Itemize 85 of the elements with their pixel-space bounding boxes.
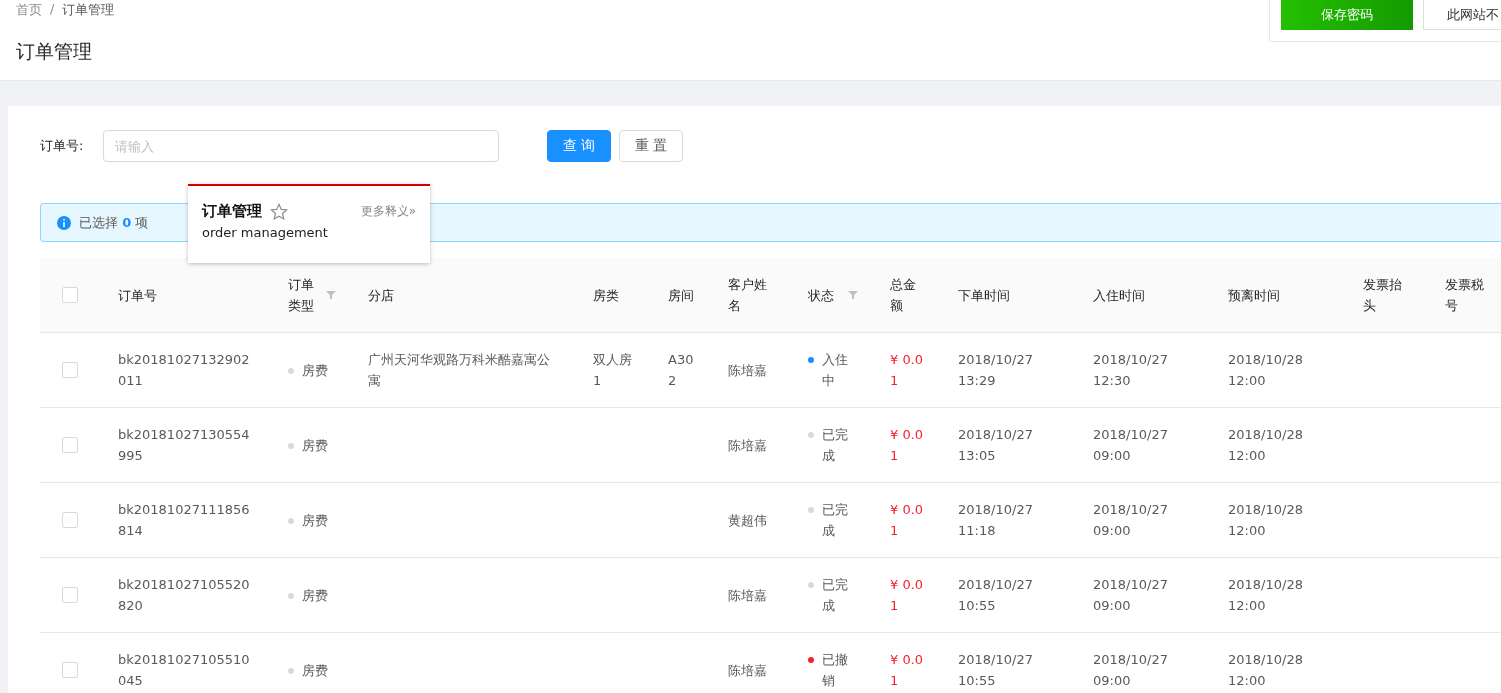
- column-header: 状态: [808, 286, 834, 305]
- column-header: 发票抬头: [1363, 276, 1403, 315]
- filter-icon[interactable]: [848, 290, 858, 300]
- table-cell: bk20181027105520820: [118, 577, 250, 613]
- table-cell: 2018/10/27 13:05: [958, 427, 1033, 463]
- table-cell: 双人房1: [593, 352, 632, 388]
- star-icon[interactable]: [270, 202, 288, 221]
- table-cell: 2018/10/27 11:18: [958, 502, 1033, 538]
- table-cell: bk20181027130554995: [118, 427, 250, 463]
- table-cell: 2018/10/28 12:00: [1228, 427, 1303, 463]
- more-definitions-link[interactable]: 更多释义»: [360, 203, 416, 220]
- column-header: 入住时间: [1093, 286, 1145, 305]
- breadcrumb-link[interactable]: 首页: [16, 1, 42, 19]
- column-header: 房间: [668, 286, 694, 305]
- table-cell: 2018/10/28 12:00: [1228, 577, 1303, 613]
- table-cell: 2018/10/27 09:00: [1093, 502, 1168, 538]
- table-cell-text: 房费: [302, 586, 328, 605]
- type-dot: [288, 667, 294, 674]
- column-header: 订单类型: [288, 276, 315, 315]
- breadcrumb-separator: /: [50, 1, 55, 18]
- amount-text: ¥ 0.01: [890, 577, 924, 613]
- status-text: 已完成: [822, 426, 849, 465]
- table-cell: 陈培嘉: [728, 362, 767, 378]
- table-cell: 2018/10/27 13:29: [958, 352, 1033, 388]
- table-cell-text: 房费: [302, 661, 328, 680]
- table-cell: 2018/10/27 09:00: [1093, 652, 1168, 688]
- type-dot: [288, 517, 294, 524]
- breadcrumb-link[interactable]: 订单管理: [62, 1, 115, 19]
- table-cell: 2018/10/27 09:00: [1093, 427, 1168, 463]
- column-header: 发票税号: [1445, 276, 1485, 315]
- table-cell: 陈培嘉: [728, 587, 767, 603]
- row-checkbox[interactable]: [62, 512, 78, 528]
- row-checkbox[interactable]: [62, 362, 78, 378]
- save-password-button[interactable]: 保存密码: [1281, 0, 1414, 30]
- table-cell: 2018/10/27 12:30: [1093, 352, 1168, 388]
- amount-text: ¥ 0.01: [890, 652, 924, 688]
- table-cell: 陈培嘉: [728, 662, 767, 678]
- type-dot: [288, 592, 294, 599]
- column-header: 客户姓名: [728, 276, 768, 315]
- dictionary-word: 订单管理: [202, 202, 262, 221]
- table-cell: 2018/10/28 12:00: [1228, 352, 1303, 388]
- type-dot: [288, 367, 294, 374]
- translation-text: order management: [202, 225, 329, 240]
- table-cell: A302: [668, 352, 694, 388]
- never-save-button[interactable]: 此网站不: [1423, 0, 1501, 30]
- table-cell: 广州天河华观路万科米酷嘉寓公寓: [368, 352, 550, 388]
- table-cell-text: 房费: [302, 361, 328, 380]
- table-cell-text: 房费: [302, 436, 328, 455]
- table-cell: 2018/10/27 10:55: [958, 577, 1033, 613]
- amount-text: ¥ 0.01: [890, 427, 924, 463]
- column-header: 预离时间: [1228, 286, 1280, 305]
- status-text: 入住中: [822, 351, 849, 390]
- row-checkbox[interactable]: [62, 437, 78, 453]
- row-checkbox[interactable]: [62, 587, 78, 603]
- status-text: 已完成: [822, 501, 849, 540]
- column-header: 订单号: [118, 286, 157, 305]
- column-header: 下单时间: [958, 286, 1010, 305]
- table-cell: 2018/10/27 09:00: [1093, 577, 1168, 613]
- table-cell: bk20181027105510045: [118, 652, 250, 688]
- search-button[interactable]: 查 询: [547, 130, 611, 162]
- table-cell-text: 房费: [302, 511, 328, 530]
- column-header: 总金额: [890, 276, 917, 315]
- select-all-checkbox[interactable]: [62, 287, 78, 303]
- status-text: 已完成: [822, 576, 849, 615]
- table-cell: 2018/10/27 10:55: [958, 652, 1033, 688]
- status-text: 已撤销: [822, 651, 849, 690]
- page-title: 订单管理: [16, 39, 93, 64]
- type-dot: [288, 442, 294, 449]
- table-cell: bk20181027132902011: [118, 352, 250, 388]
- table-cell: 陈培嘉: [728, 437, 767, 453]
- filter-icon[interactable]: [326, 290, 336, 300]
- table-cell: 2018/10/28 12:00: [1228, 502, 1303, 538]
- reset-button[interactable]: 重 置: [619, 130, 683, 162]
- order-number-label: 订单号:: [40, 137, 85, 155]
- column-header: 分店: [368, 286, 394, 305]
- table-cell: 2018/10/28 12:00: [1228, 652, 1303, 688]
- table-cell: bk20181027111856814: [118, 502, 250, 538]
- table-cell: 黄超伟: [728, 512, 767, 528]
- amount-text: ¥ 0.01: [890, 352, 924, 388]
- row-checkbox[interactable]: [62, 662, 78, 678]
- column-header: 房类: [593, 286, 619, 305]
- info-icon: [57, 215, 71, 230]
- amount-text: ¥ 0.01: [890, 502, 924, 538]
- order-number-field[interactable]: 请输入: [103, 130, 499, 162]
- selection-count-text: 已选择 0 项: [79, 213, 149, 232]
